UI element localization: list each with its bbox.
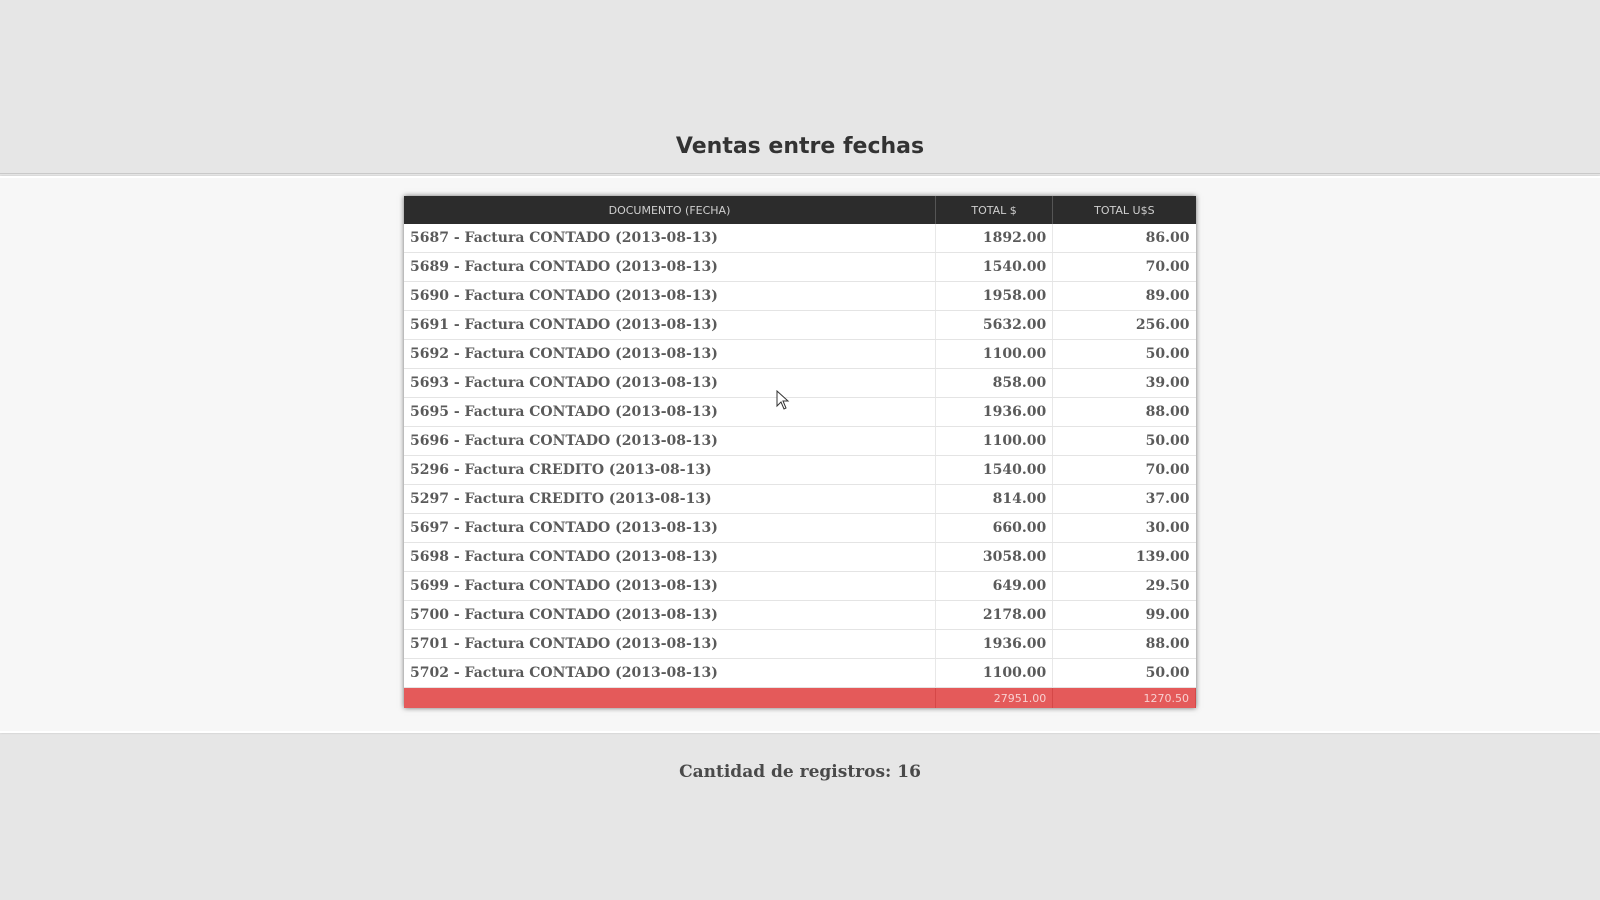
- table-row[interactable]: 5697 - Factura CONTADO (2013-08-13) 660.0…: [404, 513, 1196, 543]
- table-row[interactable]: 5693 - Factura CONTADO (2013-08-13) 858.0…: [404, 368, 1196, 398]
- cell-total-pesos: 660.00: [935, 513, 1054, 543]
- cell-documento: 5700 - Factura CONTADO (2013-08-13): [404, 600, 936, 630]
- cell-total-pesos: 1936.00: [935, 397, 1054, 427]
- cell-documento: 5690 - Factura CONTADO (2013-08-13): [404, 281, 936, 311]
- cell-total-usd: 70.00: [1052, 455, 1196, 485]
- cell-total-usd: 88.00: [1052, 629, 1196, 659]
- cell-documento: 5698 - Factura CONTADO (2013-08-13): [404, 542, 936, 572]
- records-count: Cantidad de registros: 16: [679, 762, 921, 782]
- table-row[interactable]: 5700 - Factura CONTADO (2013-08-13) 2178.…: [404, 600, 1196, 630]
- cell-total-pesos: 1958.00: [935, 281, 1054, 311]
- cell-total-pesos: 1936.00: [935, 629, 1054, 659]
- header-total-pesos[interactable]: TOTAL $: [935, 196, 1054, 224]
- table-row[interactable]: 5698 - Factura CONTADO (2013-08-13) 3058.…: [404, 542, 1196, 572]
- cell-documento: 5702 - Factura CONTADO (2013-08-13): [404, 658, 936, 688]
- sales-table-container: DOCUMENTO (FECHA) TOTAL $ TOTAL U$S 5687…: [404, 196, 1196, 708]
- totals-label: [404, 687, 936, 708]
- cell-total-usd: 139.00: [1052, 542, 1196, 572]
- table-header-row: DOCUMENTO (FECHA) TOTAL $ TOTAL U$S: [404, 196, 1196, 224]
- table-row[interactable]: 5702 - Factura CONTADO (2013-08-13) 1100.…: [404, 658, 1196, 688]
- cell-documento: 5696 - Factura CONTADO (2013-08-13): [404, 426, 936, 456]
- totals-row: 27951.00 1270.50: [404, 687, 1196, 708]
- cell-total-usd: 39.00: [1052, 368, 1196, 398]
- header-documento[interactable]: DOCUMENTO (FECHA): [404, 196, 936, 224]
- header-total-usd[interactable]: TOTAL U$S: [1052, 196, 1196, 224]
- cell-total-pesos: 1100.00: [935, 339, 1054, 369]
- cell-documento: 5693 - Factura CONTADO (2013-08-13): [404, 368, 936, 398]
- cell-documento: 5701 - Factura CONTADO (2013-08-13): [404, 629, 936, 659]
- cell-total-usd: 89.00: [1052, 281, 1196, 311]
- cell-documento: 5687 - Factura CONTADO (2013-08-13): [404, 224, 936, 253]
- cell-total-pesos: 858.00: [935, 368, 1054, 398]
- cell-total-pesos: 1100.00: [935, 426, 1054, 456]
- cell-documento: 5296 - Factura CREDITO (2013-08-13): [404, 455, 936, 485]
- cell-total-pesos: 649.00: [935, 571, 1054, 601]
- cell-total-usd: 30.00: [1052, 513, 1196, 543]
- table-row[interactable]: 5696 - Factura CONTADO (2013-08-13) 1100.…: [404, 426, 1196, 456]
- mouse-pointer-icon: [776, 390, 790, 410]
- table-row[interactable]: 5695 - Factura CONTADO (2013-08-13) 1936.…: [404, 397, 1196, 427]
- table-row[interactable]: 5692 - Factura CONTADO (2013-08-13) 1100.…: [404, 339, 1196, 369]
- page-title: Ventas entre fechas: [675, 134, 925, 159]
- table-row[interactable]: 5296 - Factura CREDITO (2013-08-13) 1540.…: [404, 455, 1196, 485]
- cell-documento: 5695 - Factura CONTADO (2013-08-13): [404, 397, 936, 427]
- cell-total-usd: 50.00: [1052, 339, 1196, 369]
- cell-total-pesos: 2178.00: [935, 600, 1054, 630]
- cell-documento: 5689 - Factura CONTADO (2013-08-13): [404, 252, 936, 282]
- cell-total-usd: 70.00: [1052, 252, 1196, 282]
- cell-total-pesos: 1100.00: [935, 658, 1054, 688]
- cell-total-usd: 86.00: [1052, 224, 1196, 253]
- cell-total-usd: 88.00: [1052, 397, 1196, 427]
- table-row[interactable]: 5701 - Factura CONTADO (2013-08-13) 1936.…: [404, 629, 1196, 659]
- cell-documento: 5691 - Factura CONTADO (2013-08-13): [404, 310, 936, 340]
- cell-total-pesos: 1540.00: [935, 252, 1054, 282]
- cell-total-usd: 256.00: [1052, 310, 1196, 340]
- cell-total-pesos: 1892.00: [935, 224, 1054, 253]
- cell-documento: 5297 - Factura CREDITO (2013-08-13): [404, 484, 936, 514]
- table-row[interactable]: 5691 - Factura CONTADO (2013-08-13) 5632.…: [404, 310, 1196, 340]
- cell-total-usd: 99.00: [1052, 600, 1196, 630]
- cell-total-pesos: 3058.00: [935, 542, 1054, 572]
- cell-total-pesos: 5632.00: [935, 310, 1054, 340]
- totals-usd: 1270.50: [1052, 687, 1196, 708]
- table-row[interactable]: 5297 - Factura CREDITO (2013-08-13) 814.0…: [404, 484, 1196, 514]
- table-body: 5687 - Factura CONTADO (2013-08-13) 1892.…: [404, 224, 1196, 708]
- cell-documento: 5697 - Factura CONTADO (2013-08-13): [404, 513, 936, 543]
- cell-documento: 5692 - Factura CONTADO (2013-08-13): [404, 339, 936, 369]
- cell-total-pesos: 814.00: [935, 484, 1054, 514]
- cell-total-usd: 50.00: [1052, 426, 1196, 456]
- table-row[interactable]: 5690 - Factura CONTADO (2013-08-13) 1958.…: [404, 281, 1196, 311]
- totals-pesos: 27951.00: [935, 687, 1054, 708]
- sales-table: DOCUMENTO (FECHA) TOTAL $ TOTAL U$S 5687…: [404, 196, 1196, 708]
- table-row[interactable]: 5687 - Factura CONTADO (2013-08-13) 1892.…: [404, 224, 1196, 253]
- cell-total-pesos: 1540.00: [935, 455, 1054, 485]
- title-divider: [0, 173, 1600, 174]
- cell-documento: 5699 - Factura CONTADO (2013-08-13): [404, 571, 936, 601]
- table-row[interactable]: 5689 - Factura CONTADO (2013-08-13) 1540.…: [404, 252, 1196, 282]
- table-row[interactable]: 5699 - Factura CONTADO (2013-08-13) 649.0…: [404, 571, 1196, 601]
- cell-total-usd: 37.00: [1052, 484, 1196, 514]
- cell-total-usd: 50.00: [1052, 658, 1196, 688]
- cell-total-usd: 29.50: [1052, 571, 1196, 601]
